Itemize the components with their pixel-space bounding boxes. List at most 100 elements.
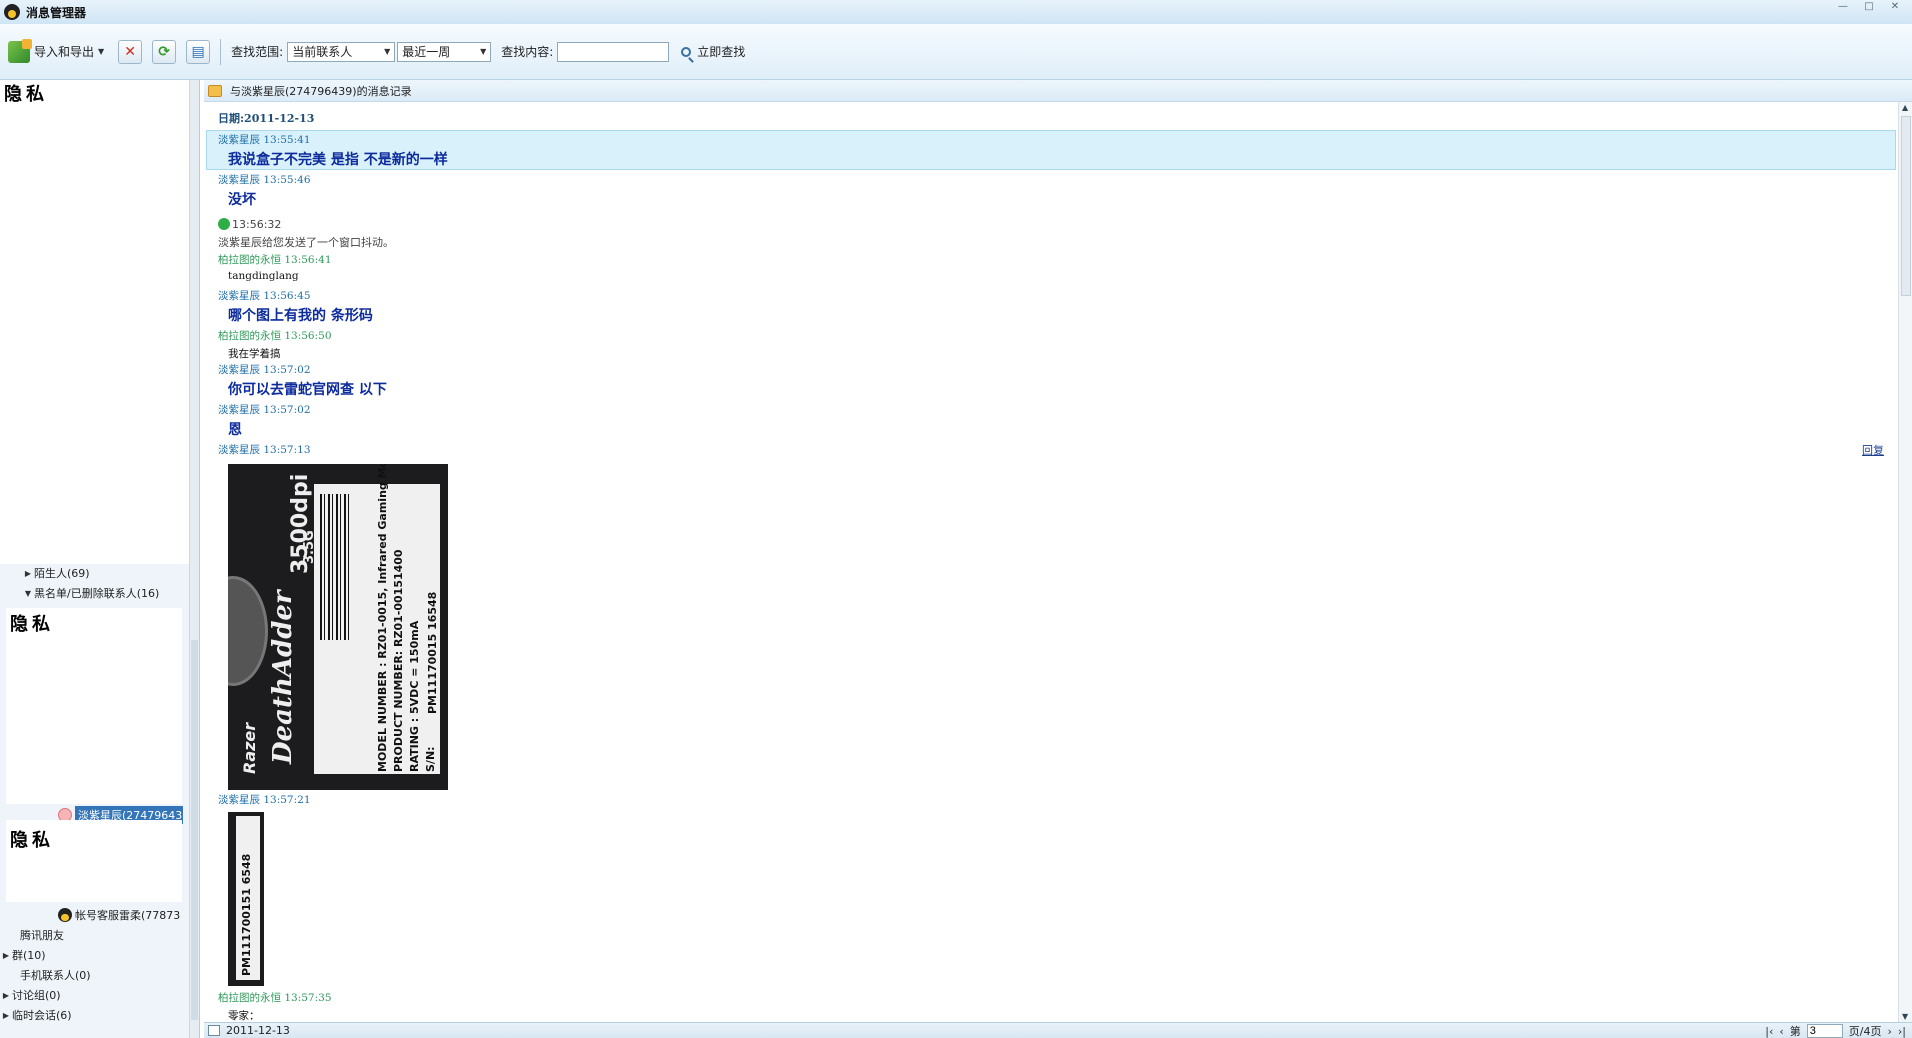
status-bar: 2011-12-13 |‹ ‹ 第 页/4页 › ›| xyxy=(204,1022,1912,1038)
first-page-button[interactable]: |‹ xyxy=(1765,1025,1773,1038)
maximize-button[interactable]: □ xyxy=(1858,2,1880,14)
tree-group-label: 群(10) xyxy=(12,949,46,962)
message-item[interactable]: 淡紫星辰 13:55:46 没坏 xyxy=(218,172,311,209)
import-export-button[interactable]: 导入和导出 ▼ xyxy=(8,38,105,65)
page-prefix: 第 xyxy=(1789,1025,1801,1038)
barcode xyxy=(320,494,350,640)
message-item[interactable]: 淡紫星辰 13:57:13 xyxy=(218,442,311,457)
tree-group-blacklist[interactable]: ▼ 黑名单/已删除联系人(16) xyxy=(22,584,159,602)
message-text: 恩 xyxy=(228,422,242,438)
message-text: 我在学着搞 xyxy=(228,348,281,360)
chevron-down-icon: ▼ xyxy=(98,47,105,56)
search-button[interactable]: 立即查找 xyxy=(681,43,745,60)
reply-link[interactable]: 回复 xyxy=(1862,442,1884,458)
import-export-label: 导入和导出 xyxy=(34,45,95,59)
scroll-up-icon[interactable]: ▲ xyxy=(1902,103,1908,112)
message-item[interactable]: 柏拉图的永恒 13:57:35 零家： xyxy=(218,990,332,1023)
scrollbar-thumb[interactable] xyxy=(1901,116,1911,296)
message-sender: 淡紫星辰 13:57:02 xyxy=(218,404,311,416)
photo-detail xyxy=(228,576,268,686)
range-select-value: 当前联系人 xyxy=(292,45,353,59)
delete-icon: ✕ xyxy=(124,43,137,60)
photo-text: RATING : 5VDC = 150mA xyxy=(408,620,421,772)
photo-text: PRODUCT NUMBER: RZ01-00151400 xyxy=(392,549,405,772)
tree-group-label: 讨论组(0) xyxy=(12,989,61,1002)
search-button-label: 立即查找 xyxy=(697,45,746,59)
tree-group-tencent-friends[interactable]: 腾讯朋友 xyxy=(8,926,64,944)
window-controls: — □ ✕ xyxy=(1832,2,1906,14)
tree-group-discussion[interactable]: ▶ 讨论组(0) xyxy=(0,986,61,1004)
privacy-mask-text: 隐私 xyxy=(4,84,48,105)
conversation-title: 与淡紫星辰(274796439)的消息记录 xyxy=(230,84,412,98)
time-range-value: 最近一周 xyxy=(402,45,451,59)
calendar-icon[interactable] xyxy=(208,1025,220,1036)
tree-group-label: 腾讯朋友 xyxy=(20,929,64,942)
time-range-select[interactable]: 最近一周 ▼ xyxy=(397,41,492,62)
expand-arrow-icon: ▶ xyxy=(2,990,10,1000)
message-item[interactable]: 柏拉图的永恒 13:56:41 tangdinglang xyxy=(218,252,332,282)
system-time: 13:56:32 xyxy=(218,218,281,231)
message-panel: 与淡紫星辰(274796439)的消息记录 日期:2011-12-13 淡紫星辰… xyxy=(204,80,1912,1022)
status-date: 2011-12-13 xyxy=(226,1024,290,1037)
highlighted-message xyxy=(206,130,1896,170)
photo-text: Razer xyxy=(240,722,259,774)
tree-group-mobile[interactable]: 手机联系人(0) xyxy=(8,966,91,984)
message-scrollbar[interactable]: ▲ ▼ xyxy=(1898,102,1912,1022)
refresh-button[interactable]: ⟳ xyxy=(152,39,177,64)
photo-text: MODEL NUMBER : RZ01-0015, Infrared Gamin… xyxy=(376,464,389,772)
search-icon xyxy=(681,46,692,57)
next-page-button[interactable]: › xyxy=(1887,1025,1891,1038)
title-bar: 消息管理器 — □ ✕ xyxy=(0,0,1912,24)
search-input[interactable] xyxy=(557,41,670,62)
window-title: 消息管理器 xyxy=(26,5,87,20)
photo-text: PM111700151 6548 xyxy=(240,853,253,976)
message-item[interactable]: 柏拉图的永恒 13:56:50 我在学着搞 xyxy=(218,328,332,361)
scrollbar-thumb[interactable] xyxy=(191,640,198,1020)
chat-record-icon xyxy=(208,84,222,97)
tree-group-label: 黑名单/已删除联系人(16) xyxy=(34,587,160,600)
tree-group-temp-session[interactable]: ▶ 临时会话(6) xyxy=(0,1006,72,1024)
qq-penguin-icon xyxy=(4,4,20,20)
collapse-arrow-icon: ▼ xyxy=(24,588,32,598)
privacy-mask: 隐私 xyxy=(6,820,182,902)
message-sender: 淡紫星辰 13:55:41 xyxy=(218,134,311,146)
conversation-header: 与淡紫星辰(274796439)的消息记录 xyxy=(204,80,1912,102)
contact-tree-panel: 隐私 ▶ 陌生人(69) ▼ 黑名单/已删除联系人(16) 隐私 淡紫星辰(27… xyxy=(0,80,200,1038)
message-text: 零家： xyxy=(228,1010,260,1022)
close-button[interactable]: ✕ xyxy=(1884,2,1906,14)
page-number-input[interactable] xyxy=(1806,1024,1843,1038)
message-sender: 柏拉图的永恒 13:56:41 xyxy=(218,254,332,266)
minimize-button[interactable]: — xyxy=(1832,2,1854,14)
message-text: tangdinglang xyxy=(228,270,299,282)
left-scrollbar[interactable] xyxy=(189,80,199,1038)
message-item[interactable]: 淡紫星辰 13:55:41 我说盒子不完美 是指 不是新的一样 xyxy=(218,132,448,169)
message-text: 没坏 xyxy=(228,192,256,208)
message-sender: 淡紫星辰 13:56:45 xyxy=(218,290,311,302)
message-sender: 淡紫星辰 13:57:21 xyxy=(218,794,311,806)
avatar-icon xyxy=(58,908,72,922)
print-icon: ▤ xyxy=(191,43,205,60)
message-item[interactable]: 淡紫星辰 13:57:02 你可以去雷蛇官网查 以下 xyxy=(218,362,387,399)
delete-button[interactable]: ✕ xyxy=(118,39,143,64)
tree-group-qun[interactable]: ▶ 群(10) xyxy=(0,946,46,964)
toolbar: 导入和导出 ▼ ✕ ⟳ ▤ 查找范围: 当前联系人 ▼ 最近一周 ▼ 查找内容:… xyxy=(0,24,1912,80)
contact-name: 帐号客服雷柔(77873 xyxy=(75,909,181,922)
expand-arrow-icon: ▶ xyxy=(24,568,32,578)
message-item[interactable]: 淡紫星辰 13:57:02 恩 xyxy=(218,402,311,439)
photo-mouse-label[interactable]: 3500dpi 3.5G DeathAdder Razer MODEL NUMB… xyxy=(228,464,448,790)
prev-page-button[interactable]: ‹ xyxy=(1779,1025,1783,1038)
scroll-down-icon[interactable]: ▼ xyxy=(1902,1012,1908,1021)
expand-arrow-icon: ▶ xyxy=(2,950,10,960)
message-item[interactable]: 淡紫星辰 13:57:21 xyxy=(218,792,311,807)
range-select[interactable]: 当前联系人 ▼ xyxy=(287,41,396,62)
date-label: 日期:2011-12-13 xyxy=(218,112,315,125)
last-page-button[interactable]: ›| xyxy=(1898,1025,1906,1038)
print-button[interactable]: ▤ xyxy=(186,39,211,64)
message-text: 我说盒子不完美 是指 不是新的一样 xyxy=(228,152,448,168)
contact-item[interactable]: 帐号客服雷柔(77873 xyxy=(58,906,186,924)
photo-serial-number[interactable]: PM111700151 6548 xyxy=(228,812,264,986)
toolbar-separator xyxy=(220,38,222,65)
check-icon xyxy=(218,218,230,230)
tree-group-strangers[interactable]: ▶ 陌生人(69) xyxy=(22,564,90,582)
message-item[interactable]: 淡紫星辰 13:56:45 哪个图上有我的 条形码 xyxy=(218,288,373,325)
